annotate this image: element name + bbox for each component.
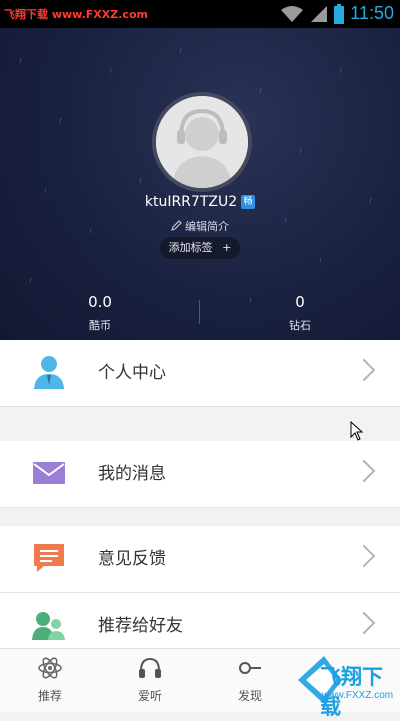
person-icon <box>34 356 64 389</box>
edit-bio-label: 编辑简介 <box>185 220 229 233</box>
profile-header: ktuIRR7TZU2 畅 编辑简介 添加标签 + 0.0 酷币 0 钻石 <box>0 28 400 340</box>
status-bar: 飞翔下载 www.FXXZ.com 11:50 <box>0 0 400 28</box>
username: ktuIRR7TZU2 畅 <box>0 194 400 210</box>
chevron-right-icon <box>352 544 376 568</box>
diamonds-stat[interactable]: 0 钻石 <box>200 293 400 333</box>
tab-label: 发现 <box>237 689 262 703</box>
coins-value: 0.0 <box>88 293 112 311</box>
clock: 11:50 <box>350 3 394 23</box>
envelope-icon <box>33 462 65 484</box>
coins-stat[interactable]: 0.0 酷币 <box>0 293 200 333</box>
atom-icon <box>38 657 62 679</box>
menu-label: 我的消息 <box>98 464 166 484</box>
avatar[interactable] <box>152 92 252 192</box>
signal-icon <box>311 5 328 22</box>
menu-item-messages[interactable]: 我的消息 <box>0 441 400 508</box>
mouse-cursor-icon <box>350 421 364 441</box>
tab-recommend[interactable]: 推荐 <box>10 655 90 704</box>
feedback-icon <box>34 544 64 572</box>
chevron-right-icon <box>352 358 376 382</box>
edit-bio-link[interactable]: 编辑简介 <box>0 218 400 234</box>
headphones-icon <box>139 657 161 678</box>
tab-label: 推荐 <box>37 689 62 703</box>
watermark-text: 飞翔下载 www.FXXZ.com <box>4 8 148 21</box>
chevron-right-icon <box>352 459 376 483</box>
wifi-icon <box>281 5 304 22</box>
menu-label: 个人中心 <box>98 363 166 383</box>
menu-label: 意见反馈 <box>98 549 166 569</box>
friends-icon <box>32 612 65 640</box>
tab-favorites[interactable]: 爱听 <box>110 655 190 704</box>
watermark-url: www.FXXZ.com <box>322 690 394 701</box>
battery-icon <box>334 3 345 24</box>
diamonds-value: 0 <box>295 293 305 311</box>
member-badge: 畅 <box>241 195 256 209</box>
discover-icon <box>239 662 261 674</box>
menu-item-personal-center[interactable]: 个人中心 <box>0 340 400 407</box>
pencil-icon <box>171 220 182 231</box>
chevron-right-icon <box>352 611 376 635</box>
tab-label: 爱听 <box>137 689 162 703</box>
username-text: ktuIRR7TZU2 <box>144 194 238 210</box>
status-icons: 11:50 <box>280 3 394 24</box>
diamonds-label: 钻石 <box>289 319 311 332</box>
menu-item-feedback[interactable]: 意见反馈 <box>0 526 400 593</box>
add-tag-label: 添加标签 <box>168 241 213 254</box>
default-avatar-icon <box>156 96 248 188</box>
coins-label: 酷币 <box>89 319 111 332</box>
add-tag-button[interactable]: 添加标签 + <box>160 237 240 259</box>
plus-icon: + <box>222 241 232 254</box>
